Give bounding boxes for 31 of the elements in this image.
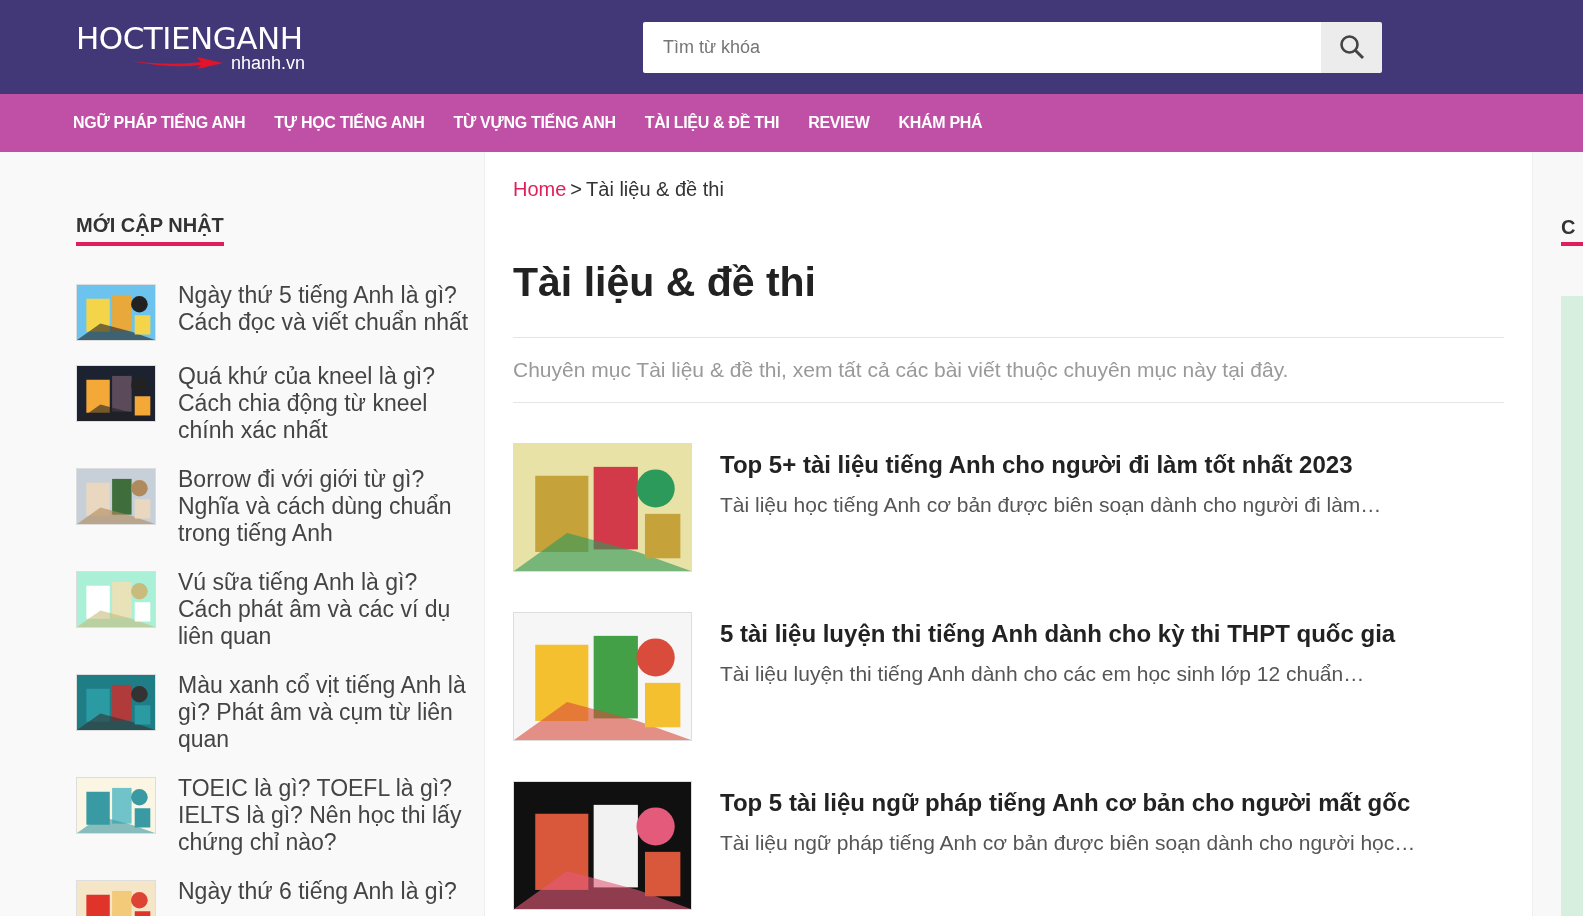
post-excerpt: Tài liệu học tiếng Anh cơ bản được biên soạn dành cho người đi làm… (720, 491, 1382, 518)
section-heading: C (1561, 212, 1583, 246)
section-heading: MỚI CẬP NHẬT (76, 210, 224, 246)
logo-text[interactable]: HOCTIENGANH (76, 22, 303, 54)
breadcrumb-link[interactable]: Home (513, 174, 567, 204)
article-link[interactable]: Màu xanh cổ vịt tiếng Anh là gì? Phát âm và cụm từ liên quan (178, 672, 470, 753)
post-excerpt: Tài liệu luyện thi tiếng Anh dành cho các em học sinh lớp 12 chuẩn… (720, 660, 1366, 687)
logo-subtitle[interactable]: nhanh.vn (230, 53, 305, 72)
page-title: Tài liệu & đề thi (513, 258, 817, 307)
search-icon (1338, 34, 1365, 60)
nav-link[interactable]: KHÁM PHÁ (898, 111, 983, 135)
article-link[interactable]: Ngày thứ 6 tiếng Anh là gì? (178, 878, 457, 916)
nav-link[interactable]: TỪ VỰNG TIẾNG ANH (453, 111, 616, 135)
breadcrumb-separator: > (570, 177, 583, 202)
article-link[interactable]: Quá khứ của kneel là gì? Cách chia động từ kneel chính xác nhất (178, 363, 470, 444)
nav-link[interactable]: NGỮ PHÁP TIẾNG ANH (73, 111, 246, 135)
post-excerpt: Tài liệu ngữ pháp tiếng Anh cơ bản được biên soạn dành cho người học… (720, 829, 1416, 856)
article-link[interactable]: Ngày thứ 5 tiếng Anh là gì? Cách đọc và viết chuẩn nhất (178, 282, 470, 341)
search-field[interactable]: Tìm từ khóa (643, 21, 1321, 73)
article-link[interactable]: Vú sữa tiếng Anh là gì? Cách phát âm và các ví dụ liên quan (178, 569, 470, 650)
post-title[interactable]: 5 tài liệu luyện thi tiếng Anh dành cho kỳ thi THPT quốc gia (720, 615, 1396, 652)
category-description: Chuyên mục Tài liệu & đề thi, xem tất cả các bài viết thuộc chuyên mục này tại đây. (513, 358, 1289, 382)
nav-link[interactable]: TÀI LIỆU & ĐỀ THI (644, 111, 780, 135)
nav-link[interactable]: TỰ HỌC TIẾNG ANH (274, 111, 425, 135)
post-title[interactable]: Top 5+ tài liệu tiếng Anh cho người đi làm tốt nhất 2023 (720, 446, 1382, 483)
nav-link[interactable]: REVIEW (808, 111, 870, 135)
post-title[interactable]: Top 5 tài liệu ngữ pháp tiếng Anh cơ bản cho người mất gốc (720, 784, 1416, 821)
breadcrumb-current: Tài liệu & đề thi (586, 177, 724, 202)
article-link[interactable]: TOEIC là gì? TOEFL là gì? IELTS là gì? Nên học thi lấy chứng chỉ nào? (178, 775, 470, 856)
search-button[interactable] (1321, 21, 1382, 73)
article-link[interactable]: Borrow đi với giới từ gì? Nghĩa và cách dùng chuẩn trong tiếng Anh (178, 466, 470, 547)
